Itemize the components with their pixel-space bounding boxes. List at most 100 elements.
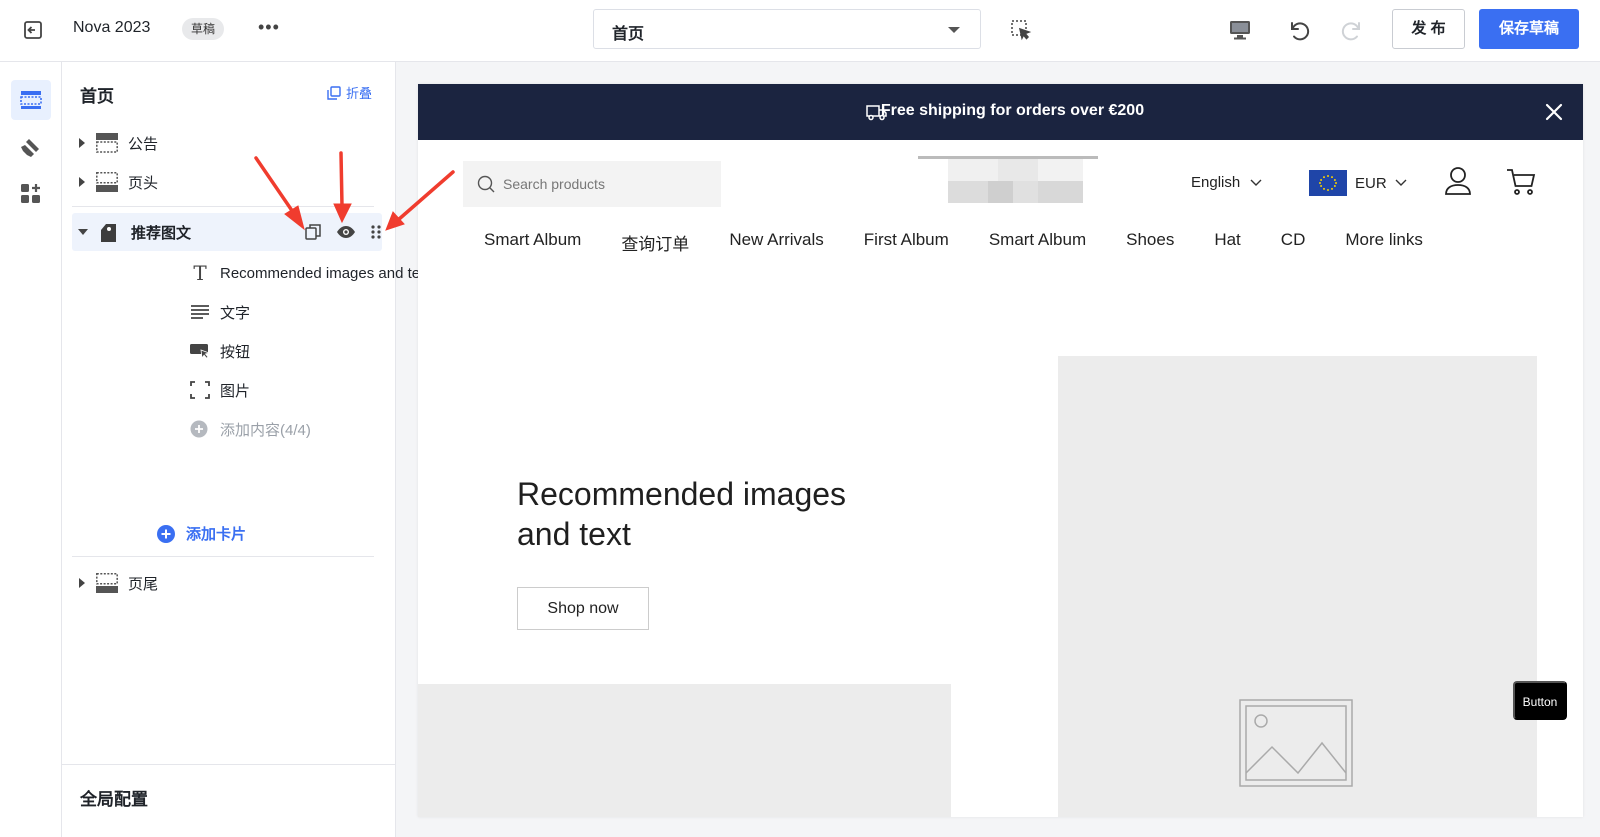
expand-arrow-icon[interactable]	[79, 138, 85, 148]
expand-arrow-icon[interactable]	[79, 177, 85, 187]
duplicate-icon[interactable]	[304, 223, 322, 241]
section-header[interactable]: 页头	[72, 163, 382, 201]
rail-sections[interactable]	[11, 80, 51, 120]
add-circle-icon	[157, 524, 175, 543]
add-content-button: 添加内容(4/4)	[189, 414, 311, 444]
rail-theme-style[interactable]	[11, 128, 51, 168]
section-featured-image-text[interactable]: 推荐图文	[72, 213, 382, 251]
section-label: 公告	[128, 135, 159, 153]
eu-flag-icon	[1309, 170, 1347, 196]
add-circle-icon	[190, 420, 208, 438]
nav-link[interactable]: First Album	[864, 230, 949, 255]
undo-icon[interactable]	[1285, 17, 1311, 43]
announcement-section-icon	[96, 133, 118, 153]
sections-panel: 首页 折叠 公告 页头 推荐图文 T Recommended images an…	[62, 62, 433, 837]
chevron-down-icon	[1395, 179, 1407, 186]
nav-link[interactable]: Smart Album	[989, 230, 1086, 255]
nav-link[interactable]: Hat	[1214, 230, 1240, 255]
top-toolbar: Nova 2023 草稿 ••• 首页 发 布 保存草稿	[0, 0, 1600, 62]
collapse-arrow-icon[interactable]	[78, 229, 88, 235]
language-selector[interactable]: English	[1191, 174, 1262, 191]
store-title: Nova 2023	[73, 19, 151, 36]
paragraph-icon	[191, 305, 209, 319]
nav-link[interactable]: New Arrivals	[729, 230, 823, 255]
expand-arrow-icon[interactable]	[79, 578, 85, 588]
page-select[interactable]: 首页	[593, 9, 981, 49]
section-actions	[304, 223, 382, 241]
nav-link[interactable]: More links	[1345, 230, 1422, 255]
redo-icon[interactable]	[1340, 17, 1366, 43]
visibility-eye-icon[interactable]	[336, 223, 356, 241]
store-logo[interactable]	[918, 156, 1098, 206]
language-label: English	[1191, 174, 1241, 191]
add-card-label: 添加卡片	[186, 526, 247, 543]
image-placeholder-icon	[1239, 699, 1353, 787]
section-announcement[interactable]: 公告	[72, 124, 382, 162]
chevron-down-icon	[1250, 179, 1262, 186]
exit-icon[interactable]	[22, 19, 44, 41]
footer-section-icon	[96, 573, 118, 593]
nav-link[interactable]: Shoes	[1126, 230, 1174, 255]
section-footer[interactable]: 页尾	[72, 564, 382, 602]
collapse-icon	[327, 85, 341, 100]
block-label: 图片	[220, 382, 251, 400]
announcement-bar[interactable]: Free shipping for orders over €200	[418, 84, 1583, 140]
shopping-cart-icon[interactable]	[1506, 168, 1536, 196]
close-icon[interactable]	[1543, 101, 1565, 123]
block-label: 按钮	[220, 343, 251, 361]
image-frame-icon	[190, 381, 210, 399]
featured-image-placeholder[interactable]	[1058, 356, 1537, 817]
search-placeholder: Search products	[503, 176, 605, 192]
desktop-view-icon[interactable]	[1228, 19, 1252, 41]
block-image[interactable]: 图片	[189, 375, 250, 405]
apps-icon	[21, 184, 40, 203]
publish-button[interactable]: 发 布	[1392, 9, 1465, 49]
block-label: Recommended images and te...	[220, 264, 433, 282]
add-card-button[interactable]: 添加卡片	[156, 523, 246, 544]
drag-handle-icon[interactable]	[370, 223, 382, 241]
save-draft-button[interactable]: 保存草稿	[1479, 9, 1579, 49]
secondary-image-placeholder[interactable]	[418, 684, 951, 817]
hero-heading[interactable]: Recommended images and text	[517, 474, 877, 554]
floating-button[interactable]: Button	[1513, 681, 1567, 720]
nav-link[interactable]: 查询订单	[621, 230, 689, 255]
block-heading[interactable]: T Recommended images and te...	[189, 258, 433, 288]
currency-label: EUR	[1355, 174, 1387, 192]
global-config-button[interactable]: 全局配置	[62, 764, 396, 837]
header-section-icon	[96, 172, 118, 192]
shop-now-button[interactable]: Shop now	[517, 587, 649, 630]
storefront-preview: Free shipping for orders over €200 Searc…	[418, 84, 1583, 817]
divider	[72, 556, 374, 557]
main-navigation: Smart Album 查询订单 New Arrivals First Albu…	[484, 230, 1423, 255]
search-input[interactable]: Search products	[463, 161, 721, 207]
section-label: 页尾	[128, 575, 159, 593]
user-account-icon[interactable]	[1444, 166, 1472, 196]
block-label: 文字	[220, 304, 251, 322]
global-config-label: 全局配置	[80, 790, 148, 809]
paint-brush-icon	[21, 139, 39, 157]
block-button[interactable]: 按钮	[189, 336, 250, 366]
page-select-value: 首页	[612, 26, 645, 43]
section-label: 推荐图文	[131, 224, 192, 242]
collapse-label: 折叠	[346, 86, 373, 101]
nav-link[interactable]: CD	[1281, 230, 1306, 255]
add-content-label: 添加内容(4/4)	[220, 421, 311, 439]
text-icon: T	[193, 261, 207, 285]
more-menu-button[interactable]: •••	[258, 17, 280, 38]
element-select-icon[interactable]	[1010, 19, 1032, 41]
panel-title: 首页	[80, 87, 114, 106]
left-rail	[0, 62, 62, 837]
rail-apps[interactable]	[11, 174, 51, 214]
button-icon	[190, 344, 211, 360]
search-icon	[477, 175, 495, 193]
divider	[72, 206, 374, 207]
nav-link[interactable]: Smart Album	[484, 230, 581, 255]
currency-selector[interactable]: EUR	[1309, 170, 1407, 196]
featured-section-icon	[101, 224, 116, 242]
sections-icon	[20, 91, 42, 109]
collapse-button[interactable]: 折叠	[327, 83, 372, 102]
chevron-down-icon	[948, 27, 960, 33]
section-label: 页头	[128, 174, 159, 192]
draft-badge: 草稿	[182, 18, 225, 40]
block-text[interactable]: 文字	[189, 297, 250, 327]
